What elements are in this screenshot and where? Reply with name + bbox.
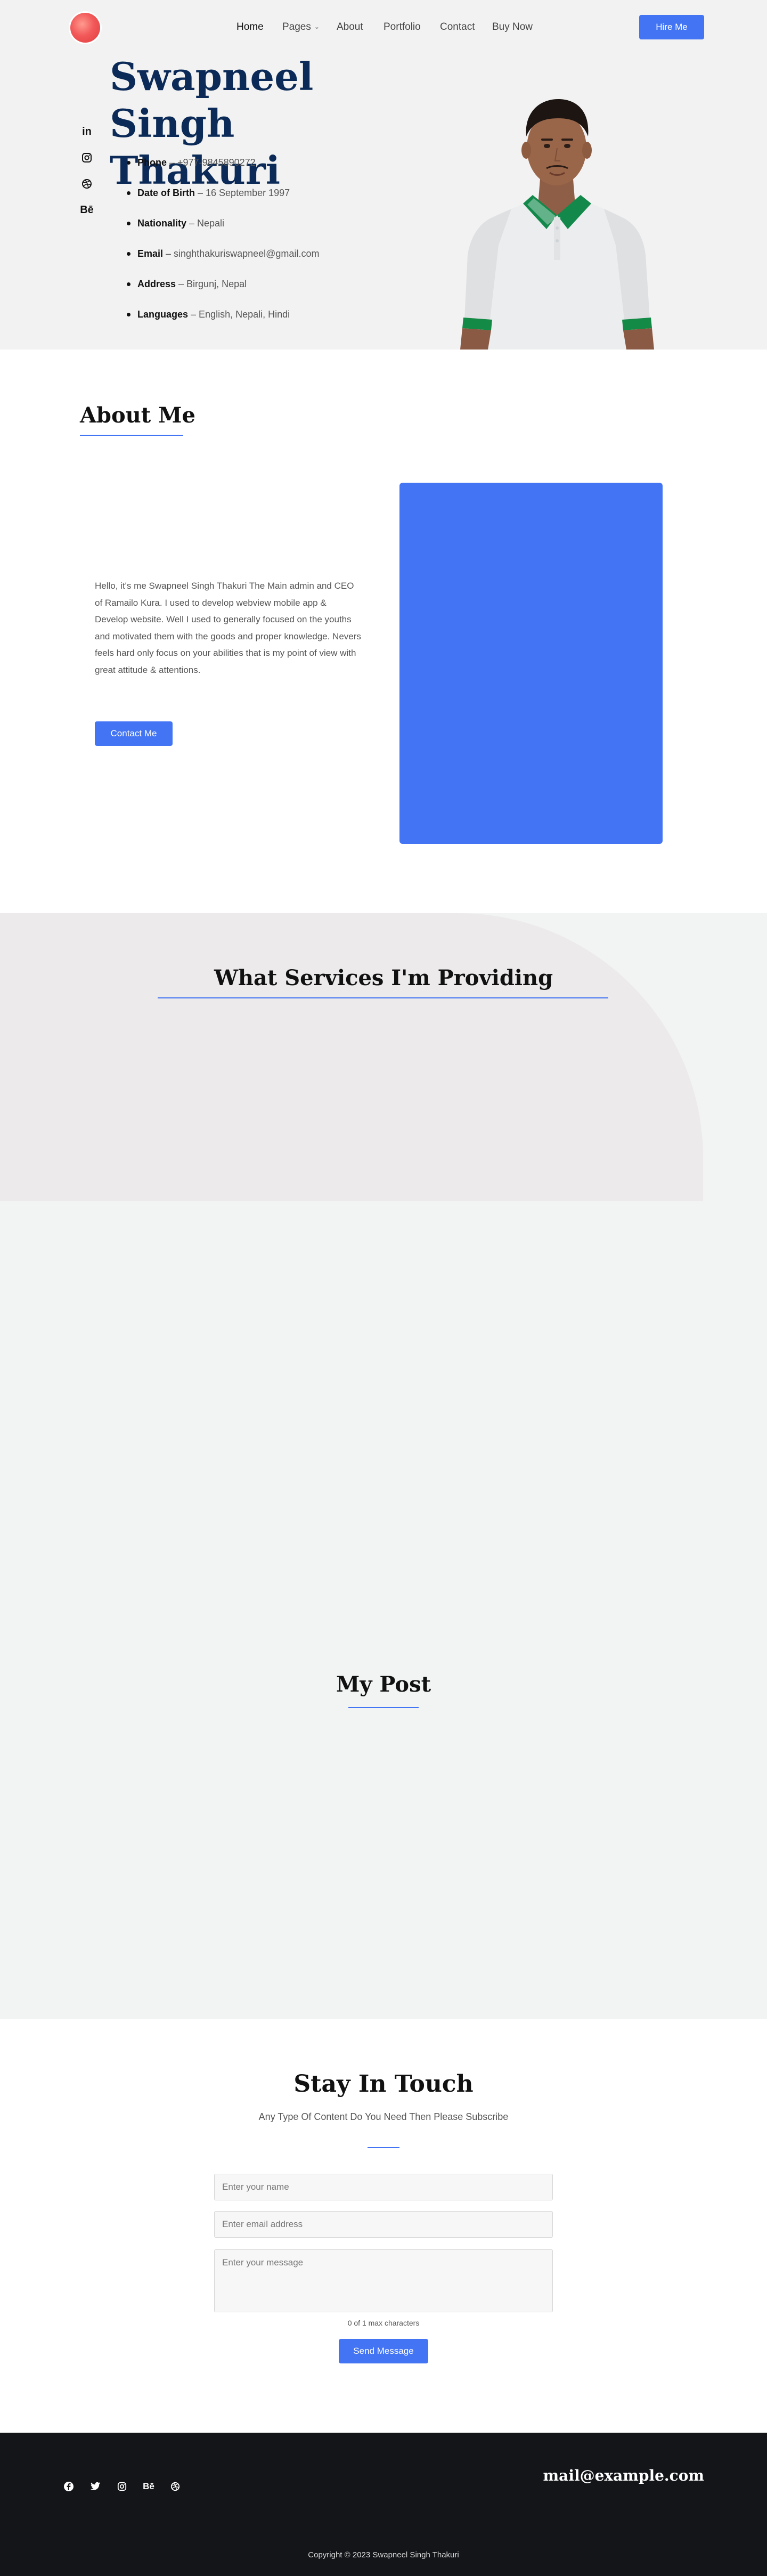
contact-title: Stay In Touch <box>293 2070 474 2098</box>
info-address: Address – Birgunj, Nepal <box>127 277 425 307</box>
footer-email[interactable]: mail@example.com <box>533 2466 704 2486</box>
dribbble-icon[interactable] <box>79 176 95 192</box>
twitter-icon[interactable] <box>87 2479 103 2494</box>
info-dob: Date of Birth – 16 September 1997 <box>127 186 425 216</box>
personal-info-list: Phone – +977-9845890272 Date of Birth – … <box>127 156 425 338</box>
chevron-down-icon: ⌄ <box>314 23 320 30</box>
title-underline <box>348 1707 419 1708</box>
behance-icon[interactable]: Bē <box>79 202 95 218</box>
about-title: About Me <box>80 403 195 428</box>
info-label: Languages <box>137 309 189 320</box>
nav-home[interactable]: Home <box>236 20 264 34</box>
nav-about[interactable]: About <box>337 20 363 34</box>
contact-me-button[interactable]: Contact Me <box>95 721 173 746</box>
character-counter: 0 of 1 max characters <box>347 2319 420 2327</box>
info-value: – Birgunj, Nepal <box>176 279 247 289</box>
nav-pages[interactable]: Pages ⌄ <box>282 20 320 35</box>
info-value: – 16 September 1997 <box>195 188 290 198</box>
services-section: What Services I'm Providing My Post <box>0 913 767 2019</box>
send-message-button[interactable]: Send Message <box>339 2339 428 2363</box>
posts-title: My Post <box>336 1672 431 1697</box>
site-footer: Bē mail@example.com Copyright © 2023 Swa… <box>0 2433 767 2576</box>
dribbble-icon[interactable] <box>167 2479 183 2494</box>
name-field[interactable] <box>214 2174 553 2200</box>
linkedin-icon[interactable]: in <box>79 124 95 140</box>
info-phone: Phone – +977-9845890272 <box>127 156 425 186</box>
info-email: Email – singhthakuriswapneel@gmail.com <box>127 247 425 277</box>
hire-me-button[interactable]: Hire Me <box>639 15 704 39</box>
about-image-card <box>399 483 663 844</box>
email-field[interactable] <box>214 2211 553 2238</box>
info-value: – English, Nepali, Hindi <box>188 309 290 320</box>
info-value: – singhthakuriswapneel@gmail.com <box>163 248 320 259</box>
info-label: Email <box>137 248 164 259</box>
copyright-text: Copyright © 2023 Swapneel Singh Thakuri <box>308 2550 459 2559</box>
title-underline <box>368 2147 399 2148</box>
nav-buy-now[interactable]: Buy Now <box>492 20 533 34</box>
title-underline <box>158 997 608 998</box>
info-label: Phone <box>137 157 167 168</box>
profile-photo <box>460 99 654 350</box>
behance-icon[interactable]: Bē <box>141 2479 157 2494</box>
info-value: – Nepali <box>186 218 225 229</box>
nav-portfolio[interactable]: Portfolio <box>384 20 421 34</box>
services-title: What Services I'm Providing <box>214 965 553 990</box>
info-label: Nationality <box>137 218 187 229</box>
contact-subtitle: Any Type Of Content Do You Need Then Ple… <box>258 2111 509 2122</box>
info-label: Date of Birth <box>137 188 195 198</box>
facebook-icon[interactable] <box>61 2479 77 2494</box>
about-description: Hello, it's me Swapneel Singh Thakuri Th… <box>95 581 361 675</box>
hero-section: Home Pages ⌄ About Portfolio Contact Buy … <box>0 0 767 350</box>
background-shape <box>0 913 703 1201</box>
nav-pages-label: Pages <box>282 21 311 32</box>
info-value: – +977-9845890272 <box>167 157 256 168</box>
message-field[interactable] <box>214 2249 553 2312</box>
title-underline <box>80 435 183 436</box>
about-section: About Me Hello, it's me Swapneel Singh T… <box>0 350 767 913</box>
info-label: Address <box>137 279 176 289</box>
info-languages: Languages – English, Nepali, Hindi <box>127 307 425 338</box>
info-nationality: Nationality – Nepali <box>127 216 425 247</box>
instagram-icon[interactable] <box>79 150 95 166</box>
instagram-icon[interactable] <box>114 2479 130 2494</box>
contact-section: Stay In Touch Any Type Of Content Do You… <box>0 2019 767 2433</box>
nav-contact[interactable]: Contact <box>440 20 475 34</box>
